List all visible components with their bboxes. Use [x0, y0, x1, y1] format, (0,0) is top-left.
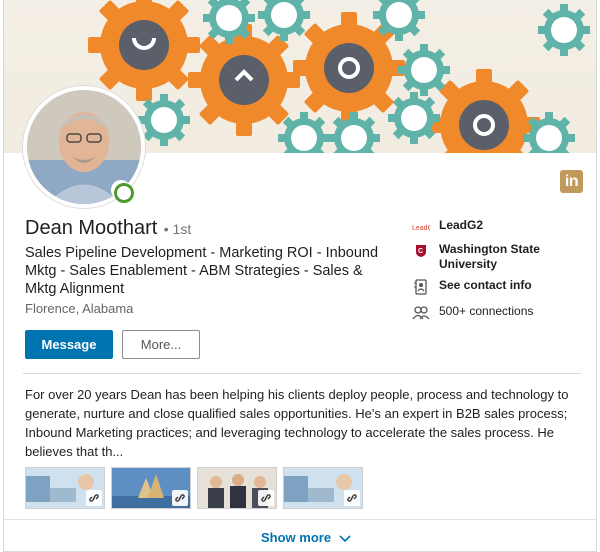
connections[interactable]: 500+ connections	[412, 304, 533, 322]
profile-name: Dean Moothart	[25, 217, 158, 239]
more-button[interactable]: More...	[122, 330, 200, 359]
media-item[interactable]	[111, 467, 191, 509]
profile-headline: Sales Pipeline Development - Marketing R…	[25, 245, 379, 297]
university-logo-icon: C	[412, 242, 430, 260]
link-icon	[258, 490, 274, 506]
profile-card: in Dean Moothart • 1st Sales Pipeline De…	[3, 0, 597, 552]
name-row: Dean Moothart • 1st	[25, 217, 191, 240]
contact-info-link: See contact info	[439, 278, 532, 292]
chevron-down-icon	[339, 534, 351, 542]
connections-icon	[412, 304, 430, 322]
card-footer: Show more	[4, 519, 596, 551]
media-item[interactable]	[25, 467, 105, 509]
current-company[interactable]: LeadG2 LeadG2	[412, 218, 483, 236]
profile-summary: For over 20 years Dean has been helping …	[25, 387, 569, 459]
show-more-button[interactable]: Show more	[261, 530, 351, 545]
show-more-label: Show more	[261, 530, 332, 545]
profile-location: Florence, Alabama	[25, 301, 134, 316]
connections-count: 500+ connections	[439, 304, 534, 318]
linkedin-icon[interactable]: in	[560, 170, 583, 193]
divider	[23, 373, 581, 374]
link-icon	[86, 490, 102, 506]
connection-degree: • 1st	[163, 221, 192, 237]
company-name: LeadG2	[439, 218, 484, 232]
media-item[interactable]	[283, 467, 363, 509]
online-status-icon	[111, 180, 134, 203]
link-icon	[344, 490, 360, 506]
company-logo-icon: LeadG2	[412, 218, 430, 236]
svg-text:C: C	[418, 248, 423, 255]
svg-text:LeadG2: LeadG2	[412, 225, 430, 232]
contact-info[interactable]: See contact info	[412, 278, 532, 296]
link-icon	[172, 490, 188, 506]
education[interactable]: C Washington State University	[412, 242, 592, 272]
message-button[interactable]: Message	[25, 330, 113, 359]
media-item[interactable]	[197, 467, 277, 509]
contact-card-icon	[412, 278, 430, 296]
media-thumbnails	[25, 467, 363, 509]
university-name: Washington State University	[439, 242, 540, 271]
